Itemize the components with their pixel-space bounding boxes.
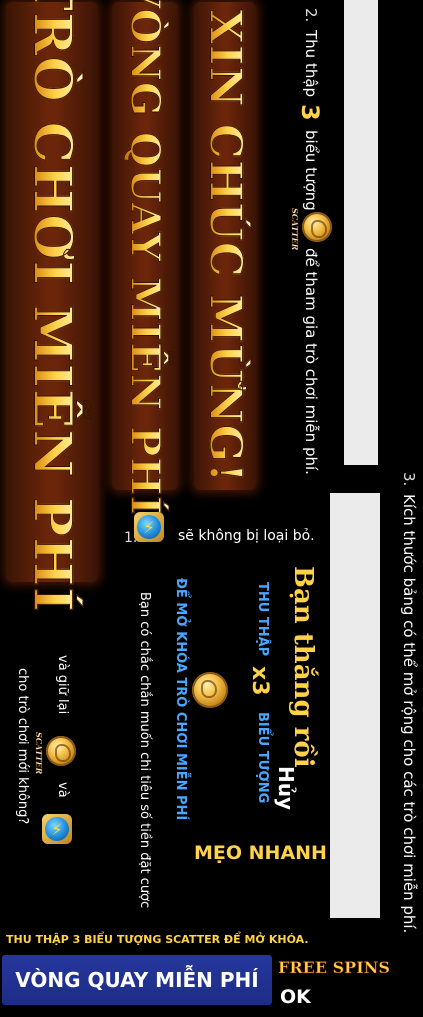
scatter-label: SCATTER [290,208,300,251]
tip-3-text: Kích thước bảng có thể mở rộng cho các t… [400,494,418,934]
banner-free-spin-wheel-text: VÒNG QUAY MIỄN PHÍ [121,0,169,516]
unlock-hint: THU THẬP 3 BIỂU TƯỢNG SCATTER ĐỂ MỞ KHÓA… [6,933,309,946]
free-spins-label: FREE SPINS [278,958,390,978]
free-spin-wheel-button-label: VÒNG QUAY MIỄN PHÍ [15,968,259,992]
banner-free-spin-wheel: VÒNG QUAY MIỄN PHÍ [112,0,178,516]
win-unlock: ĐỂ MỞ KHÓA TRÒ CHƠI MIỄN PHÍ [173,578,188,821]
wild-bolt-icon-2: ⚡ [42,814,72,844]
win-collect: THU THẬP [255,582,270,657]
tip-2-text-c: để tham gia trò chơi miễn phí. [302,248,320,475]
tip-2-text-b: biểu tượng [302,130,320,211]
confirm-keep: và giữ lại [55,655,70,715]
scatter-label-2: SCATTER [34,732,44,775]
wild-bolt-icon: ⚡ [134,512,164,542]
tip-panel-top [344,0,378,465]
tip-2-count: 3 [296,104,324,121]
tip-2-number: 2. [302,8,320,23]
banner-congrats: XIN CHÚC MỪNG! [194,2,256,490]
ok-button[interactable]: OK [280,986,311,1008]
confirm-and: và [55,782,70,798]
quick-tip-label: MẸO NHANH [194,842,327,864]
win-title: Bạn thắng rồi [288,566,318,768]
tip-panel-bottom [330,493,380,918]
tip-3-number: 3. [400,472,418,487]
free-spin-wheel-button[interactable]: VÒNG QUAY MIỄN PHÍ [2,955,272,1005]
banner-free-game: TRÒ CHƠI MIỄN PHÍ [6,0,98,613]
scatter-coin-icon-3 [46,736,76,766]
tip-2-text-a: Thu thập [302,30,320,98]
confirm-for-new: cho trò chơi mới không? [15,668,30,825]
cancel-button[interactable]: Hủy [274,766,298,810]
tip-1-text: sẽ không bị loại bỏ. [178,528,315,544]
confirm-question: Bạn có chắc chắn muốn chi tiêu số tiền đ… [137,592,152,909]
win-multiplier: x3 [247,666,272,696]
scatter-coin-icon [302,212,332,242]
banner-congrats-text: XIN CHÚC MỪNG! [199,9,251,484]
win-symbols: BIỂU TƯỢNG [255,712,270,804]
scatter-coin-icon-2 [192,672,228,708]
banner-free-game-text: TRÒ CHƠI MIỄN PHÍ [21,0,83,613]
